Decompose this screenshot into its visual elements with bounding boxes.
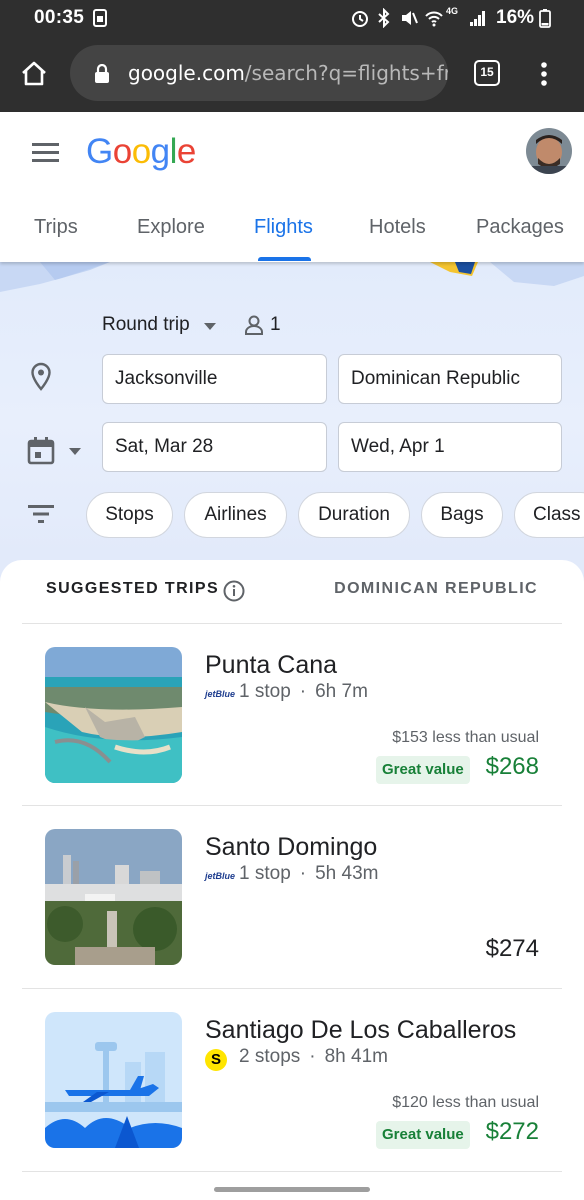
great-value-badge: Great value <box>376 1121 470 1149</box>
great-value-badge: Great value <box>376 756 470 784</box>
dropdown-arrow-icon[interactable] <box>203 321 217 331</box>
stops: 1 stop <box>239 863 291 884</box>
filter-chip-duration[interactable]: Duration <box>298 492 410 538</box>
savings-text: $153 less than usual <box>392 729 539 746</box>
passenger-count[interactable]: 1 <box>270 314 281 336</box>
price: $268 <box>485 753 539 780</box>
active-tab-indicator <box>258 257 311 261</box>
battery-percent: 16% <box>496 7 535 28</box>
trip-row[interactable]: Santiago De Los Caballeros S 2 stops · 8h … <box>0 988 584 1168</box>
filter-chip-class[interactable]: Class <box>514 492 584 538</box>
google-header: Google Trips Explore Flights Hotels Pack… <box>0 112 584 262</box>
trip-row[interactable]: Santo Domingo jetBlue 1 stop · 5h 43m $274 <box>0 805 584 985</box>
suggested-trips-card: SUGGESTED TRIPS DOMINICAN REPUBLIC Punta… <box>0 560 584 1200</box>
stops: 2 stops <box>239 1046 301 1067</box>
hamburger-menu-icon[interactable] <box>32 142 60 164</box>
google-logo[interactable]: Google <box>86 132 196 172</box>
airline-logo: jetBlue <box>205 689 236 699</box>
destination-name: Santo Domingo <box>205 833 378 861</box>
origin-field[interactable]: Jacksonville <box>102 354 327 404</box>
destination-image <box>45 647 182 783</box>
logo-letter: o <box>112 132 132 171</box>
browser-toolbar: google.com/search?q=flights+from- 15 <box>0 36 584 112</box>
logo-letter: o <box>131 132 151 171</box>
sim-card-icon <box>93 9 107 27</box>
flight-search-form: Round trip 1 Jacksonville Dominican Repu… <box>0 262 584 582</box>
wifi-icon <box>425 11 443 27</box>
destination-name: Santiago De Los Caballeros <box>205 1016 517 1044</box>
logo-letter: l <box>169 132 178 171</box>
network-type: 4G <box>446 6 459 16</box>
region-label: DOMINICAN REPUBLIC <box>334 580 538 597</box>
return-date-field[interactable]: Wed, Apr 1 <box>338 422 562 472</box>
trip-type-label: Round trip <box>102 314 190 335</box>
destination-field[interactable]: Dominican Republic <box>338 354 562 404</box>
person-icon[interactable] <box>244 314 264 336</box>
url-text: google.com/search?q=flights+from- <box>128 61 448 85</box>
status-bar: 00:35 4G 16% <box>0 0 584 36</box>
bluetooth-icon <box>378 8 390 28</box>
filter-chip-airlines[interactable]: Airlines <box>184 492 287 538</box>
airline-logo: S <box>205 1049 227 1071</box>
calendar-dropdown-icon[interactable] <box>68 446 82 456</box>
logo-letter: g <box>150 132 170 171</box>
url-host: google.com <box>128 61 245 85</box>
info-icon[interactable] <box>222 579 246 603</box>
overflow-menu-icon[interactable] <box>538 60 550 88</box>
stops: 1 stop <box>239 681 291 702</box>
duration: 8h 41m <box>324 1046 388 1067</box>
mute-icon <box>402 11 418 25</box>
filter-chip-bags[interactable]: Bags <box>421 492 503 538</box>
price: $274 <box>485 935 539 962</box>
home-icon[interactable] <box>20 60 48 88</box>
logo-letter: e <box>176 132 196 171</box>
tab-packages[interactable]: Packages <box>476 216 564 239</box>
avatar[interactable] <box>526 128 572 174</box>
product-tabs: Trips Explore Flights Hotels Packages <box>0 208 584 262</box>
destination-image <box>45 829 182 965</box>
duration: 6h 7m <box>315 681 368 702</box>
airline-logo: jetBlue <box>205 871 236 881</box>
battery-icon <box>539 9 551 28</box>
trip-meta: 2 stops · 8h 41m <box>239 1046 388 1067</box>
alarm-icon <box>352 11 368 27</box>
trip-meta: 1 stop · 5h 43m <box>239 863 379 884</box>
savings-text: $120 less than usual <box>392 1094 539 1111</box>
price: $272 <box>485 1118 539 1145</box>
destination-image <box>45 1012 182 1148</box>
status-time: 00:35 <box>34 7 85 28</box>
lock-icon <box>95 64 109 83</box>
calendar-icon[interactable] <box>26 436 56 466</box>
tab-explore[interactable]: Explore <box>137 216 205 239</box>
filter-icon[interactable] <box>28 504 54 524</box>
home-gesture-bar[interactable] <box>214 1187 370 1192</box>
filter-chip-stops[interactable]: Stops <box>86 492 173 538</box>
duration: 5h 43m <box>315 863 379 884</box>
address-bar[interactable]: google.com/search?q=flights+from- <box>70 45 448 101</box>
tab-hotels[interactable]: Hotels <box>369 216 426 239</box>
logo-letter: G <box>86 132 113 171</box>
tab-trips[interactable]: Trips <box>34 216 78 239</box>
location-pin-icon <box>31 362 51 391</box>
tab-switcher-button[interactable]: 15 <box>474 60 500 86</box>
trip-row[interactable]: Punta Cana jetBlue 1 stop · 6h 7m $153 les… <box>0 623 584 803</box>
destination-name: Punta Cana <box>205 651 338 679</box>
trip-type-selector[interactable]: Round trip <box>102 314 190 336</box>
divider <box>22 1171 562 1172</box>
url-path: /search?q=flights+from- <box>244 61 448 85</box>
suggested-trips-heading: SUGGESTED TRIPS <box>46 580 220 597</box>
depart-date-field[interactable]: Sat, Mar 28 <box>102 422 327 472</box>
trip-meta: 1 stop · 6h 7m <box>239 681 368 702</box>
signal-icon <box>470 11 485 26</box>
tab-flights[interactable]: Flights <box>254 216 313 239</box>
header-illustration <box>0 262 584 292</box>
